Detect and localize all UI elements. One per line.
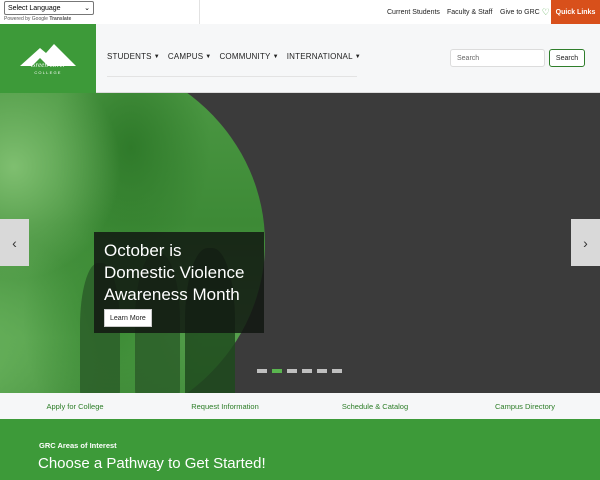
caret-down-icon: ▼ — [272, 53, 279, 60]
learn-more-button[interactable]: Learn More — [104, 309, 152, 327]
chevron-left-icon: ‹ — [12, 234, 17, 251]
apply-for-college-link[interactable]: Apply for College — [0, 402, 150, 411]
carousel-dot-6[interactable] — [332, 369, 342, 373]
chevron-down-icon: ⌄ — [84, 5, 90, 12]
carousel-dot-2[interactable] — [272, 369, 282, 373]
campus-directory-link[interactable]: Campus Directory — [450, 402, 600, 411]
chevron-right-icon: › — [583, 234, 588, 251]
menu-international[interactable]: INTERNATIONAL ▼ — [287, 52, 361, 61]
slide-title-line-2: Domestic Violence — [104, 263, 245, 282]
menu-divider — [107, 76, 357, 77]
logo-subtitle: COLLEGE — [34, 70, 62, 75]
search-button[interactable]: Search — [549, 49, 585, 67]
give-to-grc-link[interactable]: Give to GRC ♡ — [500, 0, 550, 24]
menu-international-label: INTERNATIONAL — [286, 52, 353, 61]
menu-campus-label: CAMPUS — [167, 52, 204, 61]
primary-menu: STUDENTS ▼ CAMPUS ▼ COMMUNITY ▼ INTERNATION… — [107, 52, 361, 61]
search-input[interactable]: Search — [450, 49, 545, 67]
quick-links-row: Apply for College Request Information Sc… — [0, 393, 600, 419]
logo-wordmark: Green River — [30, 61, 66, 69]
current-students-link[interactable]: Current Students — [387, 0, 440, 24]
menu-community[interactable]: COMMUNITY ▼ — [219, 52, 278, 61]
quick-links-button[interactable]: Quick Links — [551, 0, 600, 24]
menu-students-label: STUDENTS — [107, 52, 152, 61]
translate-link[interactable]: Translate — [49, 16, 71, 22]
slide-title-line-3: Awareness Month — [104, 285, 240, 304]
section-heading: Choose a Pathway to Get Started! — [38, 455, 266, 472]
utility-bar: Select Language ⌄ Powered by Google Tran… — [0, 0, 600, 24]
carousel-dot-4[interactable] — [302, 369, 312, 373]
section-kicker: GRC Areas of Interest — [39, 441, 117, 450]
schedule-catalog-link[interactable]: Schedule & Catalog — [300, 402, 450, 411]
college-logo[interactable]: Green River COLLEGE — [0, 24, 96, 93]
caret-down-icon: ▼ — [153, 53, 160, 60]
powered-by-google: Powered by Google Translate — [4, 16, 94, 22]
language-select[interactable]: Select Language ⌄ — [4, 1, 94, 15]
faculty-staff-link[interactable]: Faculty & Staff — [447, 0, 492, 24]
caret-down-icon: ▼ — [354, 53, 361, 60]
request-information-link[interactable]: Request Information — [150, 402, 300, 411]
language-select-label: Select Language — [8, 4, 61, 12]
carousel-dot-5[interactable] — [317, 369, 327, 373]
caret-down-icon: ▼ — [205, 53, 212, 60]
main-navbar: Green River COLLEGE STUDENTS ▼ CAMPUS ▼ CO… — [0, 24, 600, 93]
next-slide-button[interactable]: › — [571, 219, 600, 266]
carousel-dot-1[interactable] — [257, 369, 267, 373]
give-to-grc-label: Give to GRC — [500, 8, 540, 16]
google-translate-widget: Select Language ⌄ Powered by Google Tran… — [4, 1, 94, 22]
slide-title-line-1: October is — [104, 241, 182, 260]
heart-icon: ♡ — [541, 6, 550, 17]
powered-by-label: Powered by — [4, 16, 31, 22]
google-wordmark: Google — [31, 16, 48, 22]
menu-campus[interactable]: CAMPUS ▼ — [168, 52, 212, 61]
carousel-indicators — [257, 369, 342, 373]
carousel-dot-3[interactable] — [287, 369, 297, 373]
divider — [199, 0, 200, 24]
areas-of-interest-section: GRC Areas of Interest Choose a Pathway t… — [0, 419, 600, 480]
hero-carousel: October is Domestic Violence Awareness M… — [0, 93, 600, 393]
previous-slide-button[interactable]: ‹ — [0, 219, 29, 266]
slide-caption: October is Domestic Violence Awareness M… — [94, 232, 264, 333]
menu-community-label: COMMUNITY — [219, 52, 271, 61]
menu-students[interactable]: STUDENTS ▼ — [107, 52, 160, 61]
